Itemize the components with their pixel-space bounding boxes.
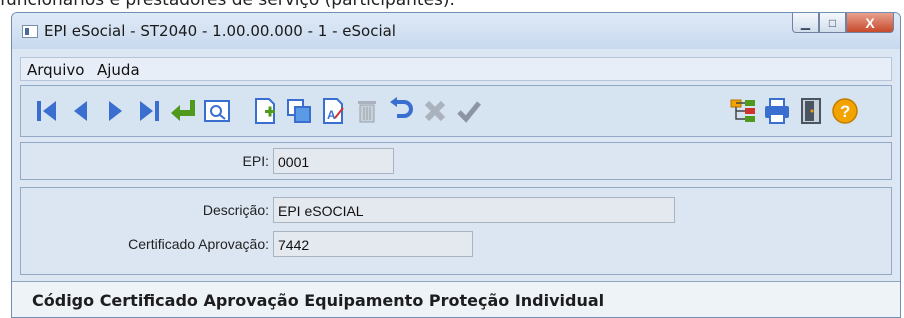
close-button[interactable]: X [846,13,894,33]
certificado-field[interactable]: 7442 [273,231,473,257]
copy-record-icon[interactable] [283,95,315,127]
app-window: EPI eSocial - ST2040 - 1.00.00.000 - 1 -… [11,12,901,318]
svg-text:?: ? [840,102,850,121]
enter-icon[interactable] [167,95,199,127]
status-bar: Código Certificado Aprovação Equipamento… [12,281,900,317]
new-record-icon[interactable] [249,95,281,127]
exit-icon[interactable] [795,95,827,127]
epi-panel: EPI: 0001 [20,142,892,180]
descricao-field[interactable]: EPI eSOCIAL [273,197,675,223]
next-record-icon[interactable] [99,95,131,127]
confirm-icon[interactable] [453,95,485,127]
window-controls: ▁ □ X [792,13,894,35]
epi-label: EPI: [242,153,269,169]
previous-record-icon[interactable] [65,95,97,127]
toolbar: A ? [20,85,892,137]
undo-icon[interactable] [385,95,417,127]
window-title: EPI eSocial - ST2040 - 1.00.00.000 - 1 -… [44,22,396,40]
svg-text:A: A [327,108,336,122]
tree-icon[interactable] [727,95,759,127]
title-bar[interactable]: EPI eSocial - ST2040 - 1.00.00.000 - 1 -… [12,13,900,49]
cancel-icon[interactable] [419,95,451,127]
epi-field[interactable]: 0001 [273,148,394,174]
menu-ajuda[interactable]: Ajuda [97,61,140,79]
details-panel: Descrição: EPI eSOCIAL Certificado Aprov… [20,187,892,275]
menu-arquivo[interactable]: Arquivo [27,61,84,79]
maximize-button[interactable]: □ [819,13,846,33]
minimize-button[interactable]: ▁ [792,13,819,33]
app-icon [22,25,38,38]
status-text: Código Certificado Aprovação Equipamento… [32,291,605,310]
help-icon[interactable]: ? [829,95,861,127]
search-preview-icon[interactable] [201,95,233,127]
last-record-icon[interactable] [133,95,165,127]
descricao-label: Descrição: [202,202,269,218]
certificado-label: Certificado Aprovação: [128,236,269,252]
caption-text: funcionários e prestadores de serviço (p… [0,0,455,10]
print-icon[interactable] [761,95,793,127]
menu-bar: Arquivo Ajuda [20,57,892,81]
first-record-icon[interactable] [31,95,63,127]
edit-record-icon[interactable]: A [317,95,349,127]
delete-record-icon[interactable] [351,95,383,127]
